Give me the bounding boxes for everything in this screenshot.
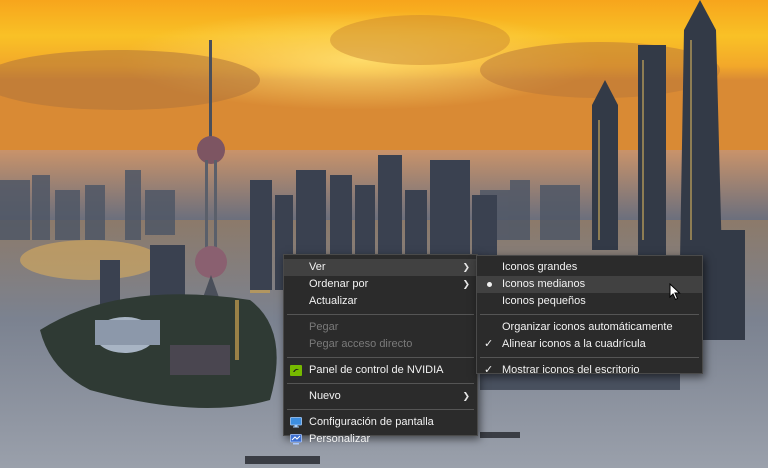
menu-item-view-label: Ver	[309, 261, 326, 273]
menu-separator	[287, 383, 474, 384]
menu-item-sort-by[interactable]: Ordenar por ❯	[284, 276, 477, 293]
submenu-item-auto-arrange-label: Organizar iconos automáticamente	[502, 321, 673, 333]
menu-item-refresh-label: Actualizar	[309, 295, 358, 307]
menu-item-display-settings[interactable]: Configuración de pantalla	[284, 414, 477, 431]
menu-separator	[287, 357, 474, 358]
display-settings-icon	[290, 417, 302, 428]
menu-item-display-settings-label: Configuración de pantalla	[309, 416, 434, 428]
view-submenu: Iconos grandes Iconos medianos Iconos pe…	[476, 255, 703, 376]
checkmark-icon: ✓	[484, 338, 494, 350]
submenu-item-show-desktop-icons-label: Mostrar iconos del escritorio	[502, 364, 640, 376]
chevron-right-icon: ❯	[462, 262, 470, 272]
submenu-item-show-desktop-icons[interactable]: ✓ Mostrar iconos del escritorio	[477, 362, 702, 379]
submenu-item-large-icons[interactable]: Iconos grandes	[477, 259, 702, 276]
menu-item-nvidia-control-panel[interactable]: Panel de control de NVIDIA	[284, 362, 477, 379]
menu-item-sort-by-label: Ordenar por	[309, 278, 369, 290]
menu-item-paste: Pegar	[284, 319, 477, 336]
menu-separator	[480, 357, 699, 358]
submenu-item-large-icons-label: Iconos grandes	[502, 261, 578, 273]
menu-item-nvidia-label: Panel de control de NVIDIA	[309, 364, 444, 376]
menu-item-paste-shortcut-label: Pegar acceso directo	[309, 338, 413, 350]
chevron-right-icon: ❯	[462, 391, 470, 401]
submenu-item-medium-icons-label: Iconos medianos	[502, 278, 586, 290]
menu-separator	[480, 314, 699, 315]
menu-item-new[interactable]: Nuevo ❯	[284, 388, 477, 405]
personalize-icon	[290, 434, 302, 445]
submenu-item-auto-arrange[interactable]: Organizar iconos automáticamente	[477, 319, 702, 336]
nvidia-icon	[290, 365, 302, 376]
menu-item-paste-shortcut: Pegar acceso directo	[284, 336, 477, 353]
submenu-item-small-icons-label: Iconos pequeños	[502, 295, 586, 307]
mouse-pointer-icon	[669, 283, 681, 301]
chevron-right-icon: ❯	[462, 279, 470, 289]
desktop-context-menu: Ver ❯ Ordenar por ❯ Actualizar Pegar Peg…	[283, 254, 478, 445]
menu-item-paste-label: Pegar	[309, 321, 339, 333]
checkmark-icon: ✓	[484, 364, 494, 376]
menu-item-personalize-label: Personalizar	[309, 433, 371, 445]
menu-item-new-label: Nuevo	[309, 390, 341, 402]
menu-item-view[interactable]: Ver ❯	[284, 259, 477, 276]
menu-item-personalize[interactable]: Personalizar	[284, 431, 477, 448]
menu-separator	[287, 409, 474, 410]
radio-bullet-icon	[487, 282, 492, 287]
desktop[interactable]: Ver ❯ Ordenar por ❯ Actualizar Pegar Peg…	[0, 0, 768, 468]
menu-separator	[287, 314, 474, 315]
submenu-item-align-to-grid[interactable]: ✓ Alinear iconos a la cuadrícula	[477, 336, 702, 353]
submenu-item-align-to-grid-label: Alinear iconos a la cuadrícula	[502, 338, 646, 350]
menu-item-refresh[interactable]: Actualizar	[284, 293, 477, 310]
